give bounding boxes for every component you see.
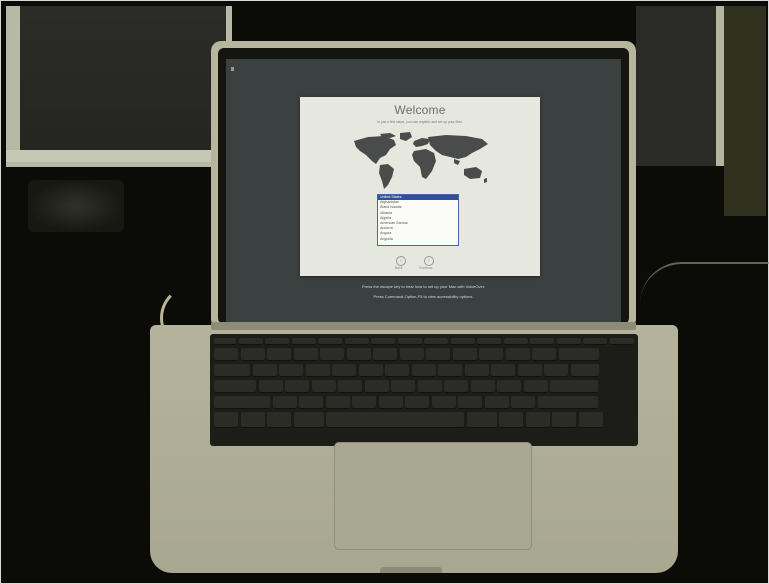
background-monitor-right [636,6,724,166]
setup-assistant-window: Welcome In just a few steps, you can reg… [300,97,540,276]
accessibility-hint: Press Command-Option-F5 to view accessib… [373,294,474,299]
country-list[interactable]: United States Afghanistan Åland Islands … [377,194,459,246]
keyboard [210,334,638,446]
back-label: Back [395,266,403,270]
country-item[interactable]: Anguilla [378,237,458,242]
lid-notch [380,567,442,573]
background-monitor-left [6,6,232,167]
cable-right [640,262,769,304]
background-wall [724,6,766,216]
trackpad [334,442,532,550]
continue-label: Continue [419,266,433,270]
continue-button[interactable]: › [424,256,434,266]
back-arrow-icon: ‹ [400,258,402,264]
continue-arrow-icon: › [428,258,430,264]
laptop-hinge [211,322,636,330]
welcome-title: Welcome [394,103,446,117]
welcome-subtitle: In just a few steps, you can register an… [377,120,463,124]
screen-cursor [231,67,234,71]
desk-clutter [28,180,124,232]
voiceover-hint: Press the escape key to hear how to set … [362,284,485,289]
background-monitor-left-bezel [6,150,236,162]
world-map-icon [354,132,488,189]
back-button[interactable]: ‹ [396,256,406,266]
